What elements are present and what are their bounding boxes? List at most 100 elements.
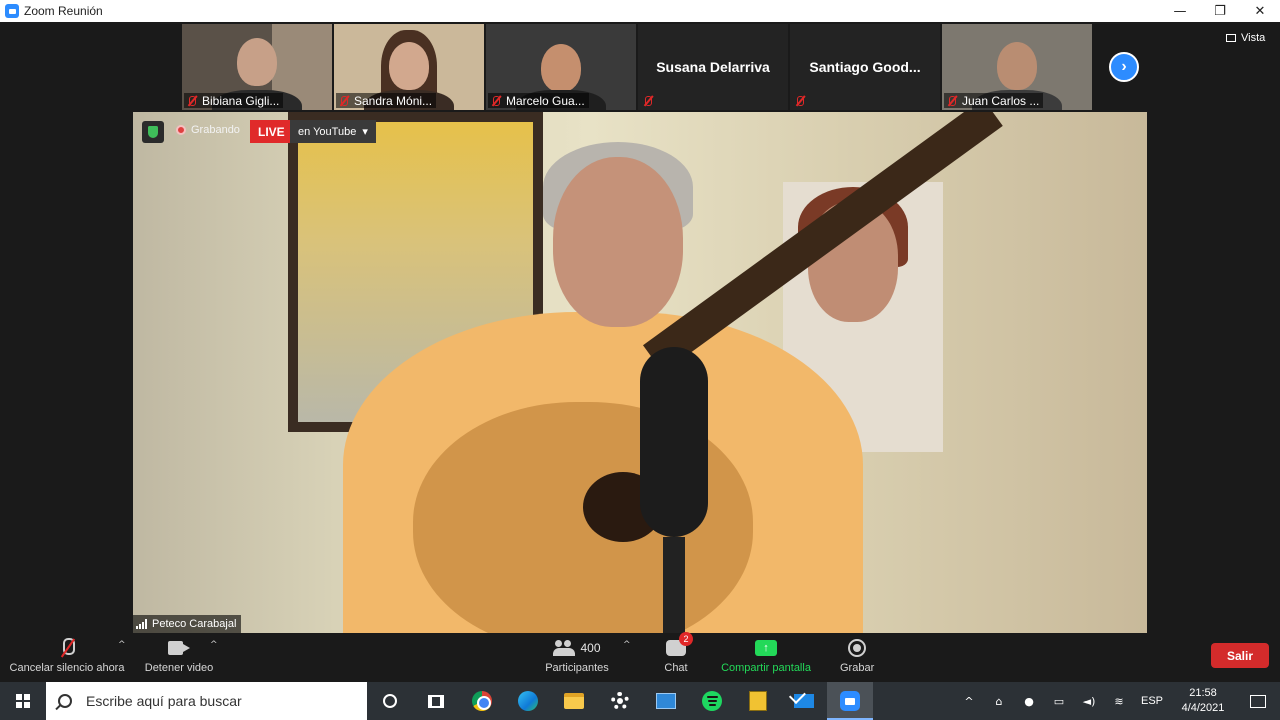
close-button[interactable]: ✕ bbox=[1240, 0, 1280, 22]
record-icon-wrap bbox=[840, 634, 874, 662]
clock-date: 4/4/2021 bbox=[1181, 702, 1225, 714]
unmute-button[interactable]: ^ Cancelar silencio ahora bbox=[8, 634, 126, 682]
edge-icon bbox=[518, 691, 538, 711]
next-page-button[interactable]: › bbox=[1109, 52, 1139, 82]
cortana-icon bbox=[383, 694, 397, 708]
live-badge[interactable]: LIVE bbox=[250, 120, 293, 143]
dropdown-caret-icon: ▾ bbox=[362, 126, 368, 138]
volume-icon[interactable]: ◄) bbox=[1074, 682, 1104, 720]
participant-tile[interactable]: Sandra Móni... bbox=[334, 24, 484, 110]
record-label: Grabar bbox=[840, 662, 875, 674]
speaker-head bbox=[553, 157, 683, 327]
taskbar-app-photos[interactable] bbox=[643, 682, 689, 720]
participant-tile[interactable]: Bibiana Gigli... bbox=[182, 24, 332, 110]
network-icon[interactable]: ≋ bbox=[1104, 682, 1134, 720]
chat-icon: 2 bbox=[666, 632, 693, 656]
task-view-button[interactable] bbox=[413, 682, 459, 720]
video-options-caret-icon[interactable]: ^ bbox=[210, 640, 218, 650]
system-tray: ^ ⌂ ● ▭ ◄) ≋ ESP 21:58 4/4/2021 bbox=[954, 682, 1280, 720]
meeting-area: Bibiana Gigli... Sandra Móni... Marcelo … bbox=[0, 22, 1280, 682]
speaker-name: Peteco Carabajal bbox=[152, 618, 237, 630]
participant-name: Santiago Good... bbox=[809, 59, 921, 75]
view-button[interactable]: Vista bbox=[1226, 32, 1265, 44]
clock-time: 21:58 bbox=[1189, 687, 1217, 699]
sticky-notes-icon bbox=[749, 691, 767, 711]
share-screen-icon: ↑ bbox=[755, 640, 777, 656]
show-hidden-icons-button[interactable]: ^ bbox=[954, 682, 984, 720]
audio-options-caret-icon[interactable]: ^ bbox=[118, 640, 126, 650]
participants-label: Participantes bbox=[545, 662, 609, 674]
record-icon bbox=[848, 639, 867, 657]
participant-name: Marcelo Gua... bbox=[506, 93, 585, 108]
participant-tile[interactable]: Santiago Good... bbox=[790, 24, 940, 110]
participant-name: Juan Carlos ... bbox=[962, 93, 1040, 108]
speaker-name-label: Peteco Carabajal bbox=[133, 615, 242, 633]
taskbar-app-zoom[interactable] bbox=[827, 682, 873, 720]
taskbar-app-chrome[interactable] bbox=[459, 682, 505, 720]
signal-strength-icon bbox=[136, 619, 148, 629]
taskbar-app-spotify[interactable] bbox=[689, 682, 735, 720]
taskbar-app-settings[interactable] bbox=[597, 682, 643, 720]
leave-meeting-button[interactable]: Salir bbox=[1211, 643, 1269, 668]
stop-video-label: Detener video bbox=[144, 662, 214, 674]
participant-tile[interactable]: Susana Delarriva bbox=[638, 24, 788, 110]
tile-label: Marcelo Gua... bbox=[488, 93, 589, 108]
microphone-stand bbox=[663, 537, 685, 633]
windows-logo-icon bbox=[16, 694, 30, 708]
muted-mic-icon bbox=[186, 95, 198, 107]
meeting-toolbar: ^ Cancelar silencio ahora ^ Detener vide… bbox=[0, 632, 1280, 682]
title-bar: Zoom Reunión — ❐ ✕ bbox=[0, 0, 1280, 22]
minimize-button[interactable]: — bbox=[1160, 0, 1200, 22]
start-button[interactable] bbox=[0, 682, 46, 720]
tile-label: Sandra Móni... bbox=[336, 93, 437, 108]
participant-face bbox=[389, 42, 429, 90]
taskbar-app-file-explorer[interactable] bbox=[551, 682, 597, 720]
muted-mic-icon bbox=[794, 95, 806, 107]
action-center-button[interactable] bbox=[1236, 682, 1280, 720]
microphone bbox=[640, 347, 708, 537]
participant-face bbox=[541, 44, 581, 92]
taskbar-app-edge[interactable] bbox=[505, 682, 551, 720]
tile-label: Bibiana Gigli... bbox=[184, 93, 284, 108]
security-shield-icon[interactable] bbox=[142, 121, 164, 143]
cortana-button[interactable] bbox=[367, 682, 413, 720]
record-button[interactable]: Grabar bbox=[840, 634, 874, 682]
participants-caret-icon[interactable]: ^ bbox=[623, 640, 631, 650]
active-speaker-video[interactable]: Grabando LIVE en YouTube ▾ Peteco Caraba… bbox=[133, 112, 1147, 633]
participant-tile[interactable]: Marcelo Gua... bbox=[486, 24, 636, 110]
participant-name: Sandra Móni... bbox=[354, 93, 433, 108]
taskbar-app-sticky-notes[interactable] bbox=[735, 682, 781, 720]
stop-video-button[interactable]: ^ Detener video bbox=[144, 634, 218, 682]
taskbar-clock[interactable]: 21:58 4/4/2021 bbox=[1170, 682, 1236, 720]
battery-icon[interactable]: ▭ bbox=[1044, 682, 1074, 720]
settings-icon bbox=[611, 692, 629, 710]
input-language-indicator[interactable]: ESP bbox=[1134, 682, 1170, 720]
muted-microphone-icon bbox=[60, 638, 75, 658]
recording-dot-icon bbox=[176, 125, 186, 135]
tile-label: Juan Carlos ... bbox=[944, 93, 1044, 108]
share-screen-label: Compartir pantalla bbox=[721, 662, 811, 674]
share-screen-button[interactable]: ↑ Compartir pantalla bbox=[720, 634, 812, 682]
recording-indicator[interactable]: Grabando bbox=[176, 124, 240, 136]
share-icon-wrap: ↑ bbox=[720, 634, 812, 662]
taskbar-app-mail[interactable] bbox=[781, 682, 827, 720]
meet-now-icon[interactable]: ⌂ bbox=[984, 682, 1014, 720]
participants-button[interactable]: 400 ^ Participantes bbox=[544, 634, 631, 682]
unmute-label: Cancelar silencio ahora bbox=[9, 662, 125, 674]
view-label: Vista bbox=[1241, 32, 1266, 44]
participants-icon bbox=[553, 640, 576, 656]
microphone-tray-icon[interactable]: ● bbox=[1014, 682, 1044, 720]
muted-mic-icon bbox=[490, 95, 502, 107]
gallery-strip: Bibiana Gigli... Sandra Móni... Marcelo … bbox=[182, 24, 1092, 110]
youtube-stream-dropdown[interactable]: en YouTube ▾ bbox=[290, 120, 376, 143]
muted-mic-icon bbox=[642, 95, 654, 107]
participant-tile[interactable]: Juan Carlos ... bbox=[942, 24, 1092, 110]
participant-name: Susana Delarriva bbox=[656, 59, 770, 75]
zoom-app-icon bbox=[5, 4, 19, 18]
taskbar-search-box[interactable]: Escribe aquí para buscar bbox=[46, 682, 367, 720]
participants-icon-wrap: 400 ^ bbox=[544, 634, 631, 662]
chat-unread-badge: 2 bbox=[679, 632, 693, 646]
maximize-button[interactable]: ❐ bbox=[1200, 0, 1240, 22]
windows-taskbar: Escribe aquí para buscar ^ ⌂ ● ▭ ◄) ≋ ES… bbox=[0, 682, 1280, 720]
chat-button[interactable]: 2 Chat bbox=[663, 632, 693, 682]
